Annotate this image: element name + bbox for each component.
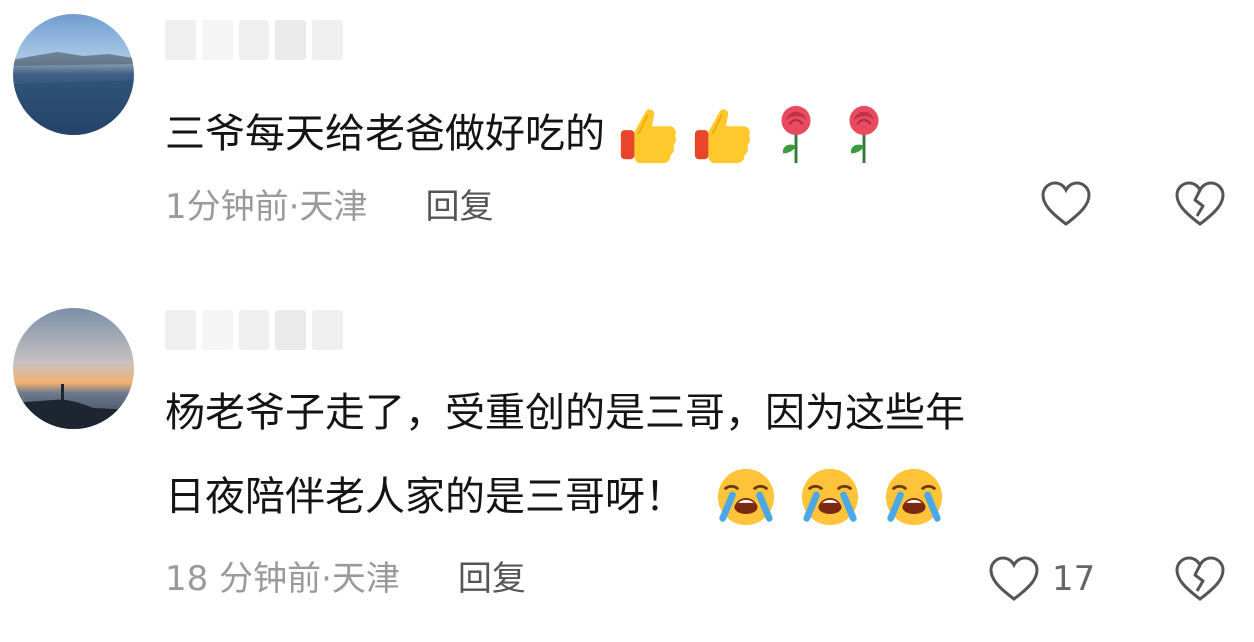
rose-emoji-icon xyxy=(849,105,879,164)
heart-icon xyxy=(1041,181,1091,226)
comment-list: 三爷每天给老爸做好吃的 1分钟前 · 天津 回复 杨老爷子走了，受重创的是三哥，… xyxy=(0,0,1254,642)
comment-location: 天津 xyxy=(299,187,368,227)
crying-face-emoji-icon xyxy=(801,468,859,526)
meta-separator: · xyxy=(321,559,332,599)
broken-heart-icon xyxy=(1175,556,1225,601)
username-blurred[interactable] xyxy=(165,310,343,350)
like-button[interactable]: 17 xyxy=(988,555,1095,603)
comment-body-line-1: 杨老爷子走了，受重创的是三哥，因为这些年 xyxy=(165,390,965,436)
comment-item: 三爷每天给老爸做好吃的 1分钟前 · 天津 回复 xyxy=(0,0,1254,290)
thumbs-up-emoji-icon xyxy=(620,109,676,164)
dislike-button[interactable] xyxy=(1174,555,1226,607)
meta-separator: · xyxy=(288,187,300,227)
comment-location: 天津 xyxy=(331,559,400,599)
user-avatar[interactable] xyxy=(13,308,134,429)
comment-meta: 1分钟前 · 天津 回复 xyxy=(165,190,493,224)
crying-face-emoji-icon xyxy=(885,468,943,526)
comment-body: 三爷每天给老爸做好吃的 xyxy=(165,111,605,157)
comment-time: 18 分钟前 xyxy=(165,559,322,599)
rose-emoji-icon xyxy=(781,105,811,164)
comment-meta: 18 分钟前 · 天津 回复 xyxy=(165,562,526,596)
heart-icon xyxy=(989,556,1039,601)
comment-text: 杨老爷子走了，受重创的是三哥，因为这些年 日夜陪伴老人家的是三哥呀！ xyxy=(165,390,1225,526)
comment-text: 三爷每天给老爸做好吃的 xyxy=(165,103,1225,165)
like-count: 17 xyxy=(1052,559,1096,599)
reply-button[interactable]: 回复 xyxy=(425,190,493,224)
like-button[interactable] xyxy=(1040,180,1104,228)
comment-body-line-2: 日夜陪伴老人家的是三哥呀！ xyxy=(165,474,685,520)
reply-button[interactable]: 回复 xyxy=(458,562,526,596)
broken-heart-icon xyxy=(1175,181,1225,226)
comment-item: 杨老爷子走了，受重创的是三哥，因为这些年 日夜陪伴老人家的是三哥呀！ 18 分钟… xyxy=(0,290,1254,642)
dislike-button[interactable] xyxy=(1174,180,1226,232)
comment-time: 1分钟前 xyxy=(165,187,289,227)
username-blurred[interactable] xyxy=(165,20,343,60)
crying-face-emoji-icon xyxy=(717,468,775,526)
user-avatar[interactable] xyxy=(13,14,134,135)
thumbs-up-emoji-icon xyxy=(694,109,750,164)
